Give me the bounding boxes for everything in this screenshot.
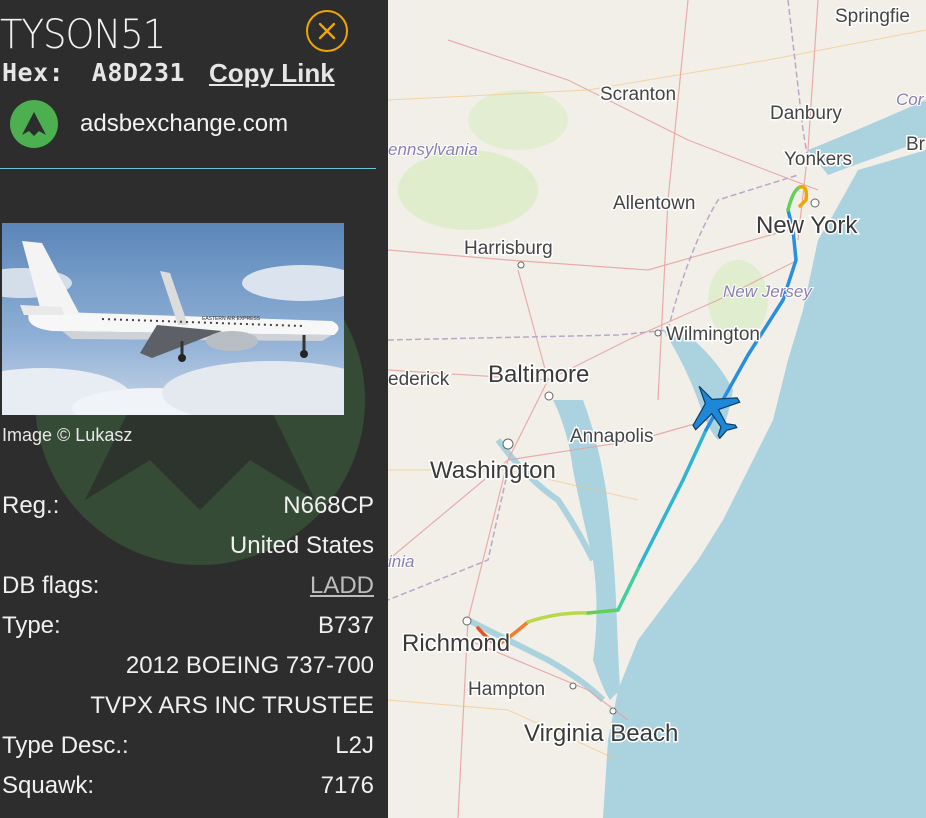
- divider: [0, 168, 376, 169]
- map-label-wilmington: Wilmington: [666, 324, 760, 345]
- detail-value: 2012 BOEING 737-700: [125, 652, 374, 679]
- detail-value: 7176: [320, 772, 374, 799]
- detail-row: Reg.: N668CP: [2, 488, 374, 524]
- detail-label: Squawk:: [2, 772, 95, 799]
- map-label-washington: Washington: [430, 457, 556, 484]
- close-icon: [318, 22, 336, 40]
- detail-row: 2012 BOEING 737-700: [2, 648, 374, 684]
- map-label-annapolis: Annapolis: [570, 426, 653, 447]
- detail-row: Type: B737: [2, 608, 374, 644]
- map-label-yonkers: Yonkers: [784, 149, 852, 170]
- detail-row: United States: [2, 528, 374, 564]
- detail-label: Type Desc.:: [2, 732, 129, 759]
- aircraft-photo[interactable]: EASTERN AIR EXPRESS: [2, 223, 344, 415]
- map-label-harrisburg: Harrisburg: [464, 238, 553, 259]
- hex-value: A8D231: [91, 58, 186, 87]
- map-label-allentown: Allentown: [613, 193, 695, 214]
- map-label-virginia: inia: [388, 552, 414, 571]
- map-label-springfield: Springfie: [835, 6, 910, 27]
- detail-row: DB flags: LADD: [2, 568, 374, 604]
- map-label-hampton: Hampton: [468, 679, 545, 700]
- map-view[interactable]: Springfie Scranton Danbury Cor Yonkers B…: [388, 0, 926, 818]
- map-label-new-york: New York: [756, 212, 858, 239]
- close-button[interactable]: [306, 10, 348, 52]
- map-label-richmond: Richmond: [402, 630, 510, 657]
- adsbx-logo-icon: [10, 100, 58, 148]
- detail-label: Reg.:: [2, 492, 60, 519]
- db-flag-link[interactable]: LADD: [310, 572, 374, 600]
- map-label-connecticut: Cor: [896, 90, 925, 109]
- photo-credit: Image © Lukasz: [2, 425, 133, 445]
- copy-link-button[interactable]: Copy Link: [209, 58, 335, 89]
- detail-row: Type Desc.: L2J: [2, 728, 374, 764]
- hex-label: Hex:: [2, 58, 65, 87]
- site-link-label[interactable]: adsbexchange.com: [80, 110, 288, 138]
- aircraft-livery-text: EASTERN AIR EXPRESS: [202, 316, 261, 322]
- site-link[interactable]: adsbexchange.com: [10, 100, 288, 148]
- detail-value: N668CP: [283, 492, 374, 519]
- detail-row: Squawk: 7176: [2, 768, 374, 804]
- detail-label: Type:: [2, 612, 61, 639]
- hex-row: Hex: A8D231: [2, 58, 185, 87]
- map-label-danbury: Danbury: [770, 103, 842, 124]
- detail-row: TVPX ARS INC TRUSTEE: [2, 688, 374, 724]
- callsign-title: TYSON51: [0, 12, 166, 58]
- detail-value: L2J: [335, 732, 374, 759]
- detail-value: B737: [317, 612, 374, 639]
- map-label-new-jersey: New Jersey: [723, 282, 813, 301]
- map-label-scranton: Scranton: [600, 84, 676, 105]
- map-label-virginia-beach: Virginia Beach: [524, 720, 678, 747]
- map-label-pennsylvania: ennsylvania: [388, 140, 478, 159]
- map-label-baltimore: Baltimore: [488, 361, 589, 388]
- aircraft-info-panel: TYSON51 Hex: A8D231 Copy Link adsbexchan…: [0, 0, 388, 818]
- map-label-bridgeport: Br: [906, 134, 926, 155]
- detail-value: United States: [229, 532, 374, 559]
- map-label-frederick: ederick: [388, 369, 450, 390]
- detail-label: DB flags:: [2, 572, 100, 599]
- detail-value: TVPX ARS INC TRUSTEE: [90, 692, 374, 719]
